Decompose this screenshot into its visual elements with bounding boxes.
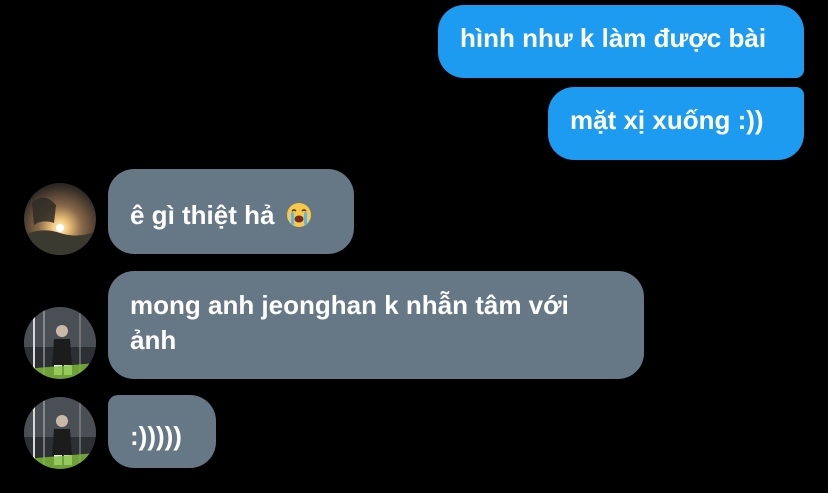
message-text: :))))) [130, 421, 182, 451]
incoming-message-bubble[interactable]: :))))) [108, 395, 216, 468]
loudly-crying-face-emoji-icon [286, 202, 312, 228]
message-text: mong anh jeonghan k nhẫn tâm với ảnh [130, 290, 569, 355]
avatar[interactable] [24, 397, 96, 469]
incoming-message-bubble[interactable]: ê gì thiệt hả [108, 169, 354, 254]
message-text: ê gì thiệt hả [130, 200, 275, 230]
avatar[interactable] [24, 307, 96, 379]
outgoing-message-bubble[interactable]: mặt xị xuống :)) [548, 87, 804, 160]
message-text: mặt xị xuống :)) [570, 105, 764, 135]
avatar[interactable] [24, 183, 96, 255]
outgoing-message-bubble[interactable]: hình như k làm được bài [438, 5, 804, 78]
message-text: hình như k làm được bài [460, 23, 767, 53]
incoming-message-bubble[interactable]: mong anh jeonghan k nhẫn tâm với ảnh [108, 271, 644, 379]
